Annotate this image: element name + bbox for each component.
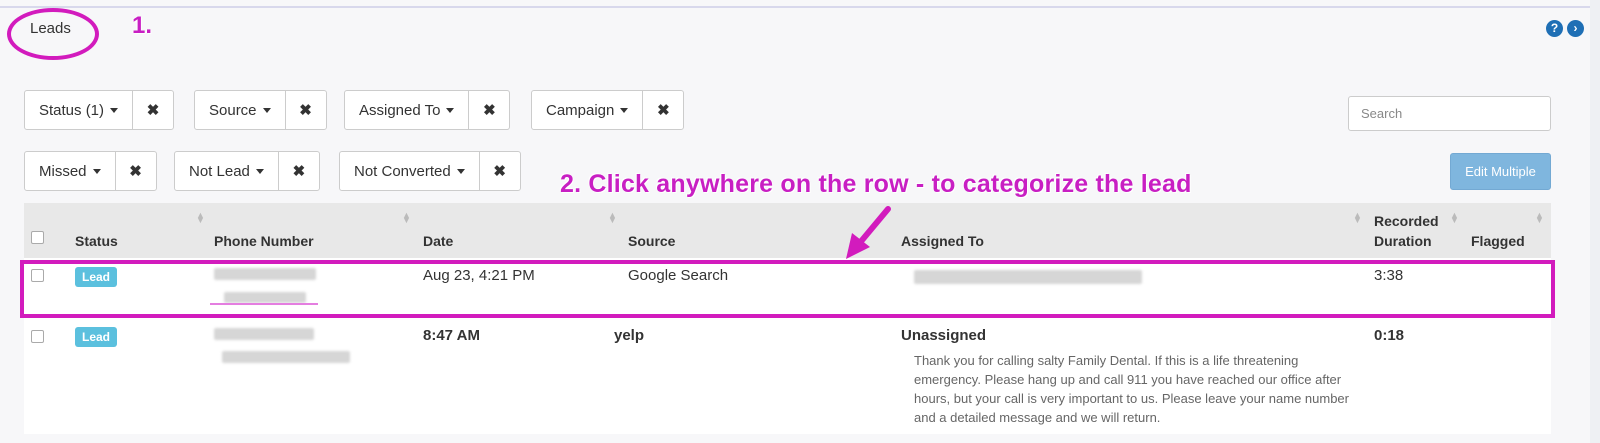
filter-not-lead[interactable]: Not Lead ✖: [174, 151, 320, 191]
column-assigned-to[interactable]: Assigned To: [901, 233, 984, 249]
filter-missed[interactable]: Missed ✖: [24, 151, 157, 191]
annotation-step-2: 2. Click anywhere on the row - to catego…: [560, 170, 1192, 198]
column-recorded-duration-line1[interactable]: Recorded: [1374, 213, 1439, 229]
filter-assigned-to-dropdown[interactable]: Assigned To: [345, 91, 468, 129]
column-recorded-duration-line2[interactable]: Duration: [1374, 233, 1432, 249]
row-source: yelp: [614, 327, 645, 344]
filter-missed-dropdown[interactable]: Missed: [25, 152, 115, 190]
column-date[interactable]: Date: [423, 233, 453, 249]
filter-status-dropdown[interactable]: Status (1): [25, 91, 132, 129]
status-badge: Lead: [75, 327, 118, 347]
edit-multiple-button[interactable]: Edit Multiple: [1450, 153, 1551, 190]
caret-down-icon: [456, 168, 465, 174]
filter-status-clear-icon[interactable]: ✖: [132, 91, 173, 129]
sort-icon[interactable]: ▲ ▼: [402, 211, 411, 225]
column-flagged[interactable]: Flagged: [1471, 233, 1525, 249]
phone-number-redacted: [214, 328, 314, 340]
caret-down-icon: [92, 168, 101, 174]
select-all-checkbox[interactable]: [31, 231, 44, 244]
annotation-arrow: [846, 206, 891, 259]
help-icon[interactable]: ?: [1546, 20, 1563, 37]
sort-icon[interactable]: ▲ ▼: [196, 211, 205, 225]
sort-icon[interactable]: ▲ ▼: [1450, 211, 1459, 225]
row-date: 8:47 AM: [423, 327, 480, 344]
filter-campaign[interactable]: Campaign ✖: [531, 90, 685, 130]
column-source[interactable]: Source: [628, 233, 675, 249]
filter-source[interactable]: Source ✖: [194, 90, 327, 130]
table-row[interactable]: Lead 8:47 AM yelp Unassigned 0:18 Thank …: [24, 318, 1551, 434]
filter-not-lead-clear-icon[interactable]: ✖: [277, 152, 319, 190]
sort-icon[interactable]: ▲ ▼: [608, 211, 617, 225]
filter-missed-clear-icon[interactable]: ✖: [114, 152, 156, 190]
filter-campaign-dropdown[interactable]: Campaign: [532, 91, 642, 129]
annotation-circle: [7, 8, 99, 60]
chevron-right-icon[interactable]: ›: [1567, 20, 1584, 37]
row-checkbox[interactable]: [31, 330, 44, 343]
sort-icon[interactable]: ▲ ▼: [1535, 211, 1544, 225]
column-status[interactable]: Status: [75, 233, 118, 249]
search-input[interactable]: [1348, 96, 1551, 131]
top-divider: [0, 6, 1600, 8]
caller-name-redacted: [222, 351, 350, 363]
header-icons: ? ›: [1546, 20, 1584, 37]
row-assigned-to: Unassigned: [901, 327, 987, 344]
filter-source-dropdown[interactable]: Source: [195, 91, 285, 129]
filter-assigned-to-clear-icon[interactable]: ✖: [468, 91, 509, 129]
filter-not-converted-clear-icon[interactable]: ✖: [478, 152, 520, 190]
filter-assigned-to[interactable]: Assigned To ✖: [344, 90, 511, 130]
table-header: ▲ ▼ ▲ ▼ ▲ ▼ ▲ ▼ ▲ ▼ ▲ ▼ Status Phone Number Da…: [24, 203, 1551, 258]
filter-not-converted[interactable]: Not Converted ✖: [339, 151, 521, 191]
filter-source-clear-icon[interactable]: ✖: [284, 91, 326, 129]
annotation-step-1: 1.: [132, 12, 153, 39]
caret-down-icon: [110, 107, 119, 113]
filter-not-lead-dropdown[interactable]: Not Lead: [175, 152, 278, 190]
caret-down-icon: [620, 107, 629, 113]
filter-campaign-clear-icon[interactable]: ✖: [642, 91, 683, 129]
call-transcript: Thank you for calling salty Family Denta…: [914, 353, 1349, 425]
annotation-row-highlight: [20, 260, 1555, 318]
row-duration: 0:18: [1374, 327, 1405, 344]
column-phone-number[interactable]: Phone Number: [214, 233, 314, 249]
filter-status[interactable]: Status (1) ✖: [24, 90, 175, 130]
filter-not-converted-dropdown[interactable]: Not Converted: [340, 152, 479, 190]
sort-icon[interactable]: ▲ ▼: [1353, 211, 1362, 225]
caret-down-icon: [255, 168, 264, 174]
caret-down-icon: [262, 107, 271, 113]
scrollbar-track[interactable]: [1590, 0, 1600, 443]
caret-down-icon: [446, 107, 455, 113]
